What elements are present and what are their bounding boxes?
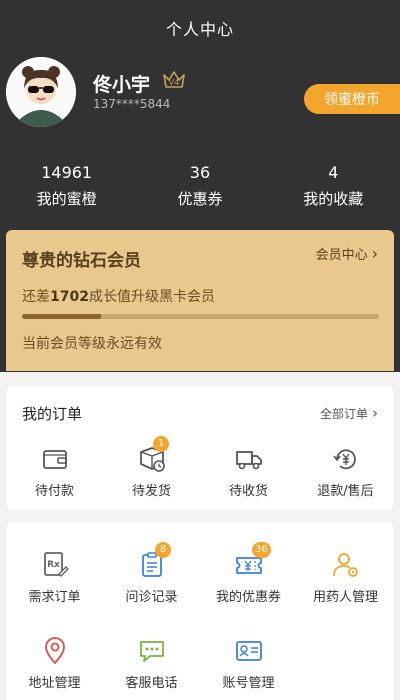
service-label: 用药人管理 [312, 590, 378, 605]
vip-level-text: V4 [169, 78, 180, 87]
stats-row: 14961 我的蜜橙 36 优惠券 4 我的收藏 [0, 163, 400, 209]
member-center-link[interactable]: 会员中心 › [316, 244, 378, 263]
stat-coupons[interactable]: 36 优惠券 [133, 163, 266, 209]
progress-prefix: 还差 [22, 289, 50, 305]
order-refund[interactable]: 退款/售后 [297, 444, 394, 499]
service-label: 客服电话 [125, 676, 178, 691]
membership-title: 尊贵的钻石会员 [22, 251, 141, 271]
services-card: Rx 需求订单 8 问诊记录 36 我的优惠券 用药人管理 地址管理 客服电话 … [6, 522, 394, 700]
service-label: 我的优惠券 [215, 590, 281, 605]
user-settings-icon [332, 553, 358, 577]
avatar[interactable] [6, 57, 76, 127]
notification-badge: 36 [252, 542, 271, 558]
service-label: 账号管理 [222, 676, 275, 691]
order-status-row: 待付款 1 待发货 待收货 退款/售后 [6, 436, 394, 499]
growth-progress-bar [22, 314, 379, 319]
phone-number: 137****5844 [93, 97, 171, 111]
vip-crown-icon: V4 [162, 70, 186, 90]
notification-badge: 8 [155, 542, 171, 558]
prescription-icon: Rx [43, 552, 69, 577]
service-my-coupons[interactable]: 36 我的优惠券 [200, 542, 297, 636]
upgrade-progress-text: 还差1702成长值升级黑卡会员 [22, 286, 215, 306]
notification-badge: 1 [153, 436, 169, 452]
membership-note: 当前会员等级永远有效 [22, 336, 162, 352]
order-item-label: 待发货 [131, 484, 171, 499]
service-label: 问诊记录 [125, 590, 178, 605]
stat-label: 优惠券 [177, 190, 223, 208]
stat-orange-points[interactable]: 14961 我的蜜橙 [0, 163, 133, 209]
progress-suffix: 成长值升级黑卡会员 [88, 289, 215, 305]
location-pin-icon [44, 637, 65, 664]
id-card-icon [235, 641, 262, 661]
service-medication-users[interactable]: 用药人管理 [297, 550, 394, 636]
service-address-management[interactable]: 地址管理 [6, 636, 103, 700]
stat-label: 我的收藏 [303, 190, 364, 208]
order-pending-receipt[interactable]: 待收货 [200, 444, 297, 499]
progress-fill [22, 314, 101, 319]
member-center-label: 会员中心 [315, 248, 368, 263]
claim-coin-button[interactable]: 领蜜橙币 [304, 84, 400, 114]
service-label: 地址管理 [28, 676, 81, 691]
chevron-right-icon: › [372, 404, 378, 422]
order-item-label: 待收货 [228, 484, 268, 499]
refund-yen-icon [332, 449, 356, 470]
order-pending-payment[interactable]: 待付款 [6, 444, 103, 499]
stat-label: 我的蜜橙 [36, 190, 97, 208]
order-item-label: 退款/售后 [317, 484, 374, 499]
order-item-label: 待付款 [34, 484, 74, 499]
all-orders-link[interactable]: 全部订单 › [320, 404, 378, 422]
services-grid: Rx 需求订单 8 问诊记录 36 我的优惠券 用药人管理 地址管理 客服电话 … [6, 542, 394, 700]
all-orders-label: 全部订单 [319, 406, 368, 421]
chevron-right-icon: › [371, 244, 378, 263]
truck-icon [235, 451, 262, 470]
stat-value: 36 [189, 163, 211, 182]
service-demand-orders[interactable]: Rx 需求订单 [6, 550, 103, 636]
service-consultation-records[interactable]: 8 问诊记录 [103, 542, 200, 636]
wallet-icon [42, 450, 67, 469]
username: 佟小宇 [93, 74, 151, 96]
progress-value: 1702 [50, 289, 89, 305]
svg-text:Rx: Rx [47, 560, 60, 570]
stat-value: 4 [328, 163, 339, 182]
chat-bubble-icon [139, 641, 164, 662]
orders-title: 我的订单 [22, 405, 83, 423]
membership-card[interactable]: 尊贵的钻石会员 会员中心 › 还差1702成长值升级黑卡会员 当前会员等级永远有… [6, 230, 394, 371]
stat-favorites[interactable]: 4 我的收藏 [267, 163, 400, 209]
order-pending-shipment[interactable]: 1 待发货 [103, 436, 200, 499]
service-label: 需求订单 [28, 590, 81, 605]
service-account-management[interactable]: 账号管理 [200, 636, 297, 700]
page-title: 个人中心 [165, 20, 234, 39]
stat-value: 14961 [41, 163, 93, 182]
service-customer-phone[interactable]: 客服电话 [103, 636, 200, 700]
orders-card: 我的订单 全部订单 › 待付款 1 待发货 待收货 退款/售后 [6, 386, 394, 510]
